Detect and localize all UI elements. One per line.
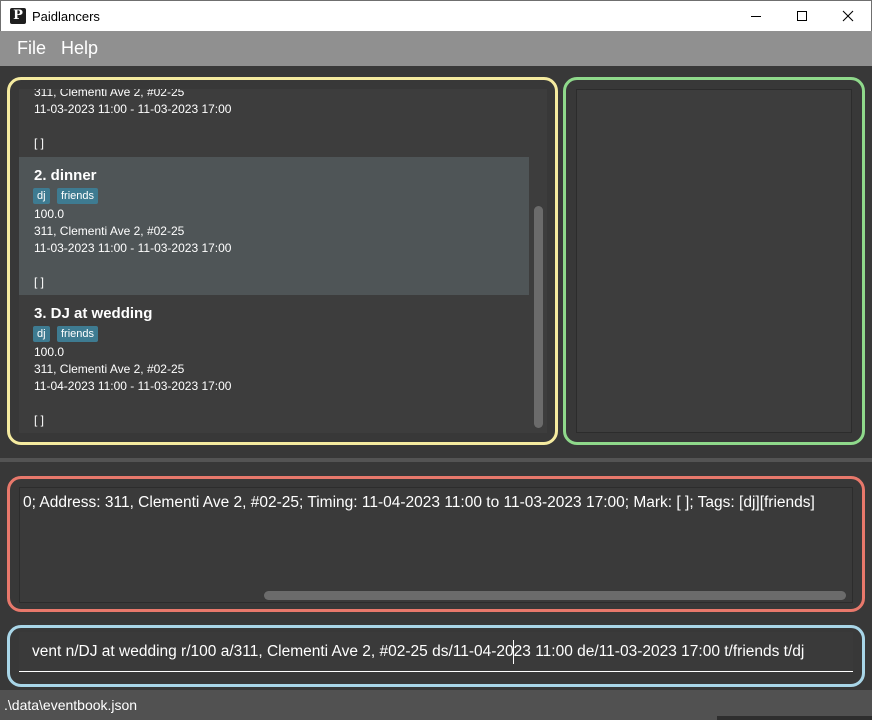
event-list-panel bbox=[7, 77, 558, 445]
menu-help[interactable]: Help bbox=[61, 38, 98, 59]
maximize-icon bbox=[797, 11, 807, 21]
title-bar: P Paidlancers bbox=[0, 0, 872, 31]
window-title: Paidlancers bbox=[32, 9, 100, 24]
app-logo-icon: P bbox=[10, 8, 26, 24]
result-display-panel bbox=[7, 476, 865, 612]
minimize-button[interactable] bbox=[733, 1, 779, 31]
close-icon bbox=[842, 10, 854, 22]
detail-panel-outline bbox=[563, 77, 865, 445]
maximize-button[interactable] bbox=[779, 1, 825, 31]
minimize-icon bbox=[751, 16, 761, 17]
save-location: .\data\eventbook.json bbox=[4, 697, 138, 713]
command-box-panel bbox=[7, 625, 865, 687]
status-bar-right-segment bbox=[717, 716, 872, 720]
menu-bar: File Help bbox=[0, 31, 872, 66]
menu-file[interactable]: File bbox=[17, 38, 46, 59]
split-divider[interactable] bbox=[0, 458, 872, 462]
close-button[interactable] bbox=[825, 1, 871, 31]
